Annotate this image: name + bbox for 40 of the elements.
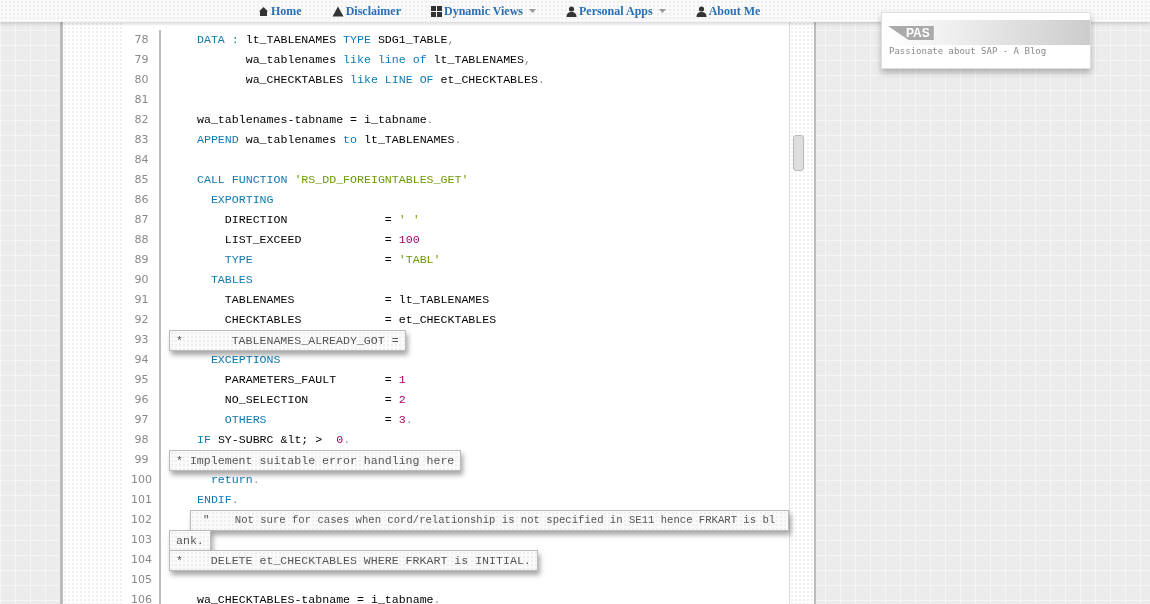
comment-popup: " Not sure for cases when cord/relationship is not specified in SE11 hence FRKART is bl: [190, 510, 789, 531]
comment-popup: ank.: [169, 530, 211, 551]
code-line: TYPE = 'TABL': [223, 252, 441, 268]
grid-icon: [430, 5, 442, 17]
code-line: DATA : lt_TABLENAMES TYPE SDG1_TABLE,: [196, 32, 455, 48]
comment-popup: * TABLENAMES_ALREADY_GOT =: [169, 330, 406, 351]
code-line: NO_SELECTION = 2: [223, 392, 406, 408]
person-icon: [565, 5, 577, 17]
code-line: return.: [209, 472, 260, 488]
nav-link[interactable]: Dynamic Views: [430, 4, 536, 18]
person-icon: [695, 5, 707, 17]
code-line: ENDIF.: [196, 492, 239, 508]
code-line: APPEND wa_tablenames to lt_TABLENAMES.: [196, 132, 462, 148]
code-line: wa_tablenames like line of lt_TABLENAMES,: [244, 52, 531, 68]
code-line: EXCEPTIONS: [209, 352, 281, 368]
logo-mark: PAS: [888, 26, 934, 40]
warning-icon: [331, 5, 344, 17]
comment-popup: * DELETE et_CHECKTABLES WHERE FRKART is INITIAL.: [169, 550, 538, 571]
comment-popup: * Implement suitable error handling here: [169, 450, 462, 471]
code-line: wa_CHECKTABLES like LINE OF et_CHECKTABLES.: [244, 72, 545, 88]
scrollbar-thumb[interactable]: [793, 135, 804, 171]
code-line: LIST_EXCEED = 100: [223, 232, 420, 248]
code-line: IF SY-SUBRC &lt; > 0.: [196, 432, 351, 448]
house-icon: [258, 5, 269, 17]
code-line: OTHERS = 3.: [223, 412, 413, 428]
nav-link[interactable]: Personal Apps: [565, 4, 666, 18]
code-line: wa_CHECKTABLES-tabname = i_tabname.: [196, 592, 441, 604]
nav-link[interactable]: Disclaimer: [331, 4, 401, 18]
code-line: TABLES: [209, 272, 253, 288]
logo-tagline: Passionate about SAP - A Blog: [888, 45, 1048, 58]
code-line: wa_tablenames-tabname = i_tabname.: [196, 112, 434, 128]
code-line: DIRECTION = ' ': [223, 212, 420, 228]
nav-link[interactable]: About Me: [695, 4, 761, 18]
blog-logo[interactable]: PAS Passionate about SAP - A Blog: [881, 12, 1091, 69]
nav-link[interactable]: Home: [258, 4, 302, 18]
code-line: EXPORTING: [209, 192, 274, 208]
code-line: CALL FUNCTION 'RS_DD_FOREIGNTABLES_GET': [196, 172, 469, 188]
code-line: TABLENAMES = lt_TABLENAMES: [223, 292, 490, 308]
code-line: CHECKTABLES = et_CHECKTABLES: [223, 312, 497, 328]
code-line: PARAMETERS_FAULT = 1: [223, 372, 406, 388]
